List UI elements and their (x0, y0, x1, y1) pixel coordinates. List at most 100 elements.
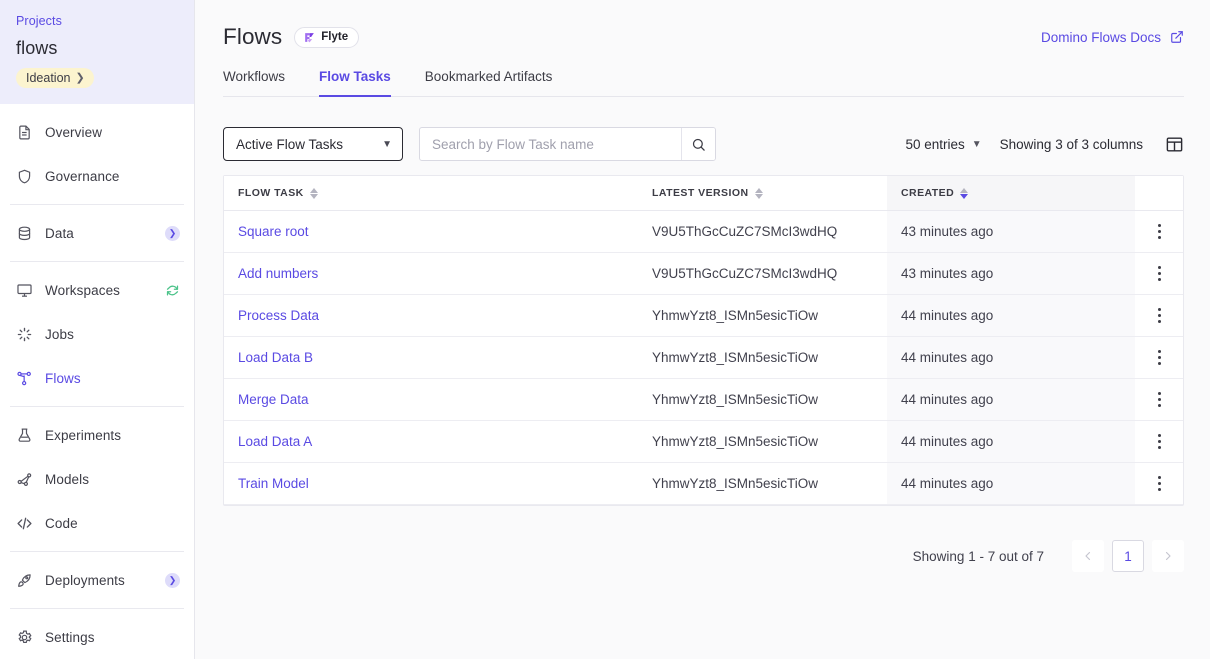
sync-icon[interactable] (165, 283, 180, 298)
flyte-badge[interactable]: Flyte (294, 26, 360, 48)
database-icon (16, 225, 33, 242)
pagination-next-button[interactable] (1152, 540, 1184, 572)
cell-latest-version: YhmwYzt8_ISMn5esicTiOw (638, 294, 887, 337)
cell-created: 43 minutes ago (887, 252, 1135, 295)
sidebar-item-settings[interactable]: Settings (0, 615, 194, 659)
flow-task-link[interactable]: Load Data B (238, 350, 313, 365)
sidebar-item-label: Flows (45, 370, 81, 386)
sidebar: Projects flows Ideation ❯ Overview Govern… (0, 0, 195, 659)
row-menu-kebab-icon[interactable] (1148, 305, 1170, 327)
shield-icon (16, 168, 33, 185)
flow-task-link[interactable]: Merge Data (238, 392, 309, 407)
sidebar-item-governance[interactable]: Governance (0, 154, 194, 198)
main-content: Flows Flyte Domino Flows Docs Workflows … (195, 0, 1210, 659)
sidebar-item-accessory: ❯ (165, 572, 180, 588)
flow-task-link[interactable]: Square root (238, 224, 309, 239)
columns-summary-text: Showing 3 of 3 columns (999, 136, 1143, 152)
chevron-right-icon[interactable]: ❯ (165, 572, 180, 588)
sidebar-item-workspaces[interactable]: Workspaces (0, 268, 194, 312)
table-body: Square root V9U5ThGcCuZC7SMcI3wdHQ 43 minu… (224, 210, 1183, 505)
table-row[interactable]: Process Data YhmwYzt8_ISMn5esicTiOw 44 min… (224, 294, 1183, 337)
column-header-label: FLOW TASK (238, 187, 304, 199)
sidebar-item-deployments[interactable]: Deployments ❯ (0, 558, 194, 602)
model-icon (16, 471, 33, 488)
flow-task-link[interactable]: Process Data (238, 308, 319, 323)
flow-task-link[interactable]: Add numbers (238, 266, 318, 281)
table-row[interactable]: Merge Data YhmwYzt8_ISMn5esicTiOw 44 minut… (224, 378, 1183, 421)
row-menu-kebab-icon[interactable] (1148, 389, 1170, 411)
cell-created: 44 minutes ago (887, 336, 1135, 379)
cell-latest-version: V9U5ThGcCuZC7SMcI3wdHQ (638, 252, 887, 295)
cell-created: 44 minutes ago (887, 462, 1135, 505)
table-row[interactable]: Add numbers V9U5ThGcCuZC7SMcI3wdHQ 43 minu… (224, 252, 1183, 295)
sidebar-item-flows[interactable]: Flows (0, 356, 194, 400)
nav-group: Workspaces Jobs Flows (0, 262, 194, 406)
pagination: Showing 1 - 7 out of 7 1 (223, 506, 1184, 572)
cell-created: 44 minutes ago (887, 378, 1135, 421)
column-header-actions (1135, 176, 1183, 211)
table-row[interactable]: Load Data B YhmwYzt8_ISMn5esicTiOw 44 minu… (224, 336, 1183, 379)
sidebar-item-jobs[interactable]: Jobs (0, 312, 194, 356)
table-row[interactable]: Load Data A YhmwYzt8_ISMn5esicTiOw 44 minu… (224, 420, 1183, 463)
table-row[interactable]: Square root V9U5ThGcCuZC7SMcI3wdHQ 43 minu… (224, 210, 1183, 253)
flow-task-link[interactable]: Load Data A (238, 434, 312, 449)
search-icon (692, 138, 705, 151)
sidebar-item-data[interactable]: Data ❯ (0, 211, 194, 255)
toolbar-right-group: 50 entries ▼ Showing 3 of 3 columns (905, 135, 1184, 154)
row-menu-kebab-icon[interactable] (1148, 221, 1170, 243)
sidebar-nav: Overview Governance Data ❯ Workspaces Jobs Flo… (0, 104, 194, 659)
monitor-icon (16, 282, 33, 299)
cell-latest-version: YhmwYzt8_ISMn5esicTiOw (638, 378, 887, 421)
pagination-page-1-button[interactable]: 1 (1112, 540, 1144, 572)
tab-bookmarked-artifacts[interactable]: Bookmarked Artifacts (425, 69, 553, 97)
table-row[interactable]: Train Model YhmwYzt8_ISMn5esicTiOw 44 minu… (224, 462, 1183, 505)
flow-graph-icon (16, 370, 33, 387)
search-button[interactable] (681, 128, 715, 160)
search-input[interactable] (420, 128, 681, 160)
column-header-label: LATEST VERSION (652, 187, 749, 199)
page-topbar: Flows Flyte Domino Flows Docs Workflows … (195, 0, 1210, 97)
column-header-flow-task[interactable]: FLOW TASK (224, 176, 638, 211)
external-link-icon (1171, 31, 1183, 43)
sort-toggle-icon[interactable] (960, 187, 969, 199)
cell-actions (1135, 336, 1183, 379)
column-layout-icon[interactable] (1165, 135, 1184, 154)
cell-latest-version: YhmwYzt8_ISMn5esicTiOw (638, 420, 887, 463)
sidebar-item-label: Settings (45, 629, 95, 645)
entries-per-page-select[interactable]: 50 entries ▼ (905, 137, 981, 152)
sidebar-item-experiments[interactable]: Experiments (0, 413, 194, 457)
row-menu-kebab-icon[interactable] (1148, 347, 1170, 369)
chevron-right-icon[interactable]: ❯ (165, 225, 180, 241)
column-header-created[interactable]: CREATED (887, 176, 1135, 211)
column-header-latest-version[interactable]: LATEST VERSION (638, 176, 887, 211)
title-row: Flows Flyte Domino Flows Docs (223, 24, 1184, 50)
pagination-prev-button[interactable] (1072, 540, 1104, 572)
cell-actions (1135, 378, 1183, 421)
project-stage-badge[interactable]: Ideation ❯ (16, 68, 94, 88)
app-root: Projects flows Ideation ❯ Overview Govern… (0, 0, 1210, 659)
project-stage-label: Ideation (26, 71, 71, 85)
flow-task-filter-value: Active Flow Tasks (236, 136, 344, 152)
domino-flows-docs-link[interactable]: Domino Flows Docs (1041, 30, 1184, 45)
rocket-icon (16, 572, 33, 589)
row-menu-kebab-icon[interactable] (1148, 431, 1170, 453)
flow-task-filter-select[interactable]: Active Flow Tasks ▼ (223, 127, 403, 161)
page-tabs: Workflows Flow Tasks Bookmarked Artifacts (223, 68, 1184, 97)
tab-flow-tasks[interactable]: Flow Tasks (319, 69, 391, 97)
cell-latest-version: V9U5ThGcCuZC7SMcI3wdHQ (638, 210, 887, 253)
sort-toggle-icon[interactable] (309, 187, 318, 199)
search-container (419, 127, 716, 161)
flow-task-link[interactable]: Train Model (238, 476, 309, 491)
sidebar-item-models[interactable]: Models (0, 457, 194, 501)
column-header-label: CREATED (901, 187, 955, 199)
sidebar-item-label: Jobs (45, 326, 74, 342)
chevron-down-icon: ▼ (382, 138, 392, 150)
sidebar-item-code[interactable]: Code (0, 501, 194, 545)
row-menu-kebab-icon[interactable] (1148, 263, 1170, 285)
projects-breadcrumb-link[interactable]: Projects (16, 14, 178, 28)
tab-workflows[interactable]: Workflows (223, 69, 285, 97)
flow-tasks-table: FLOW TASK LATEST VERSION CREATED Square ro… (224, 176, 1183, 505)
sidebar-item-overview[interactable]: Overview (0, 110, 194, 154)
row-menu-kebab-icon[interactable] (1148, 473, 1170, 495)
sort-toggle-icon[interactable] (754, 187, 763, 199)
